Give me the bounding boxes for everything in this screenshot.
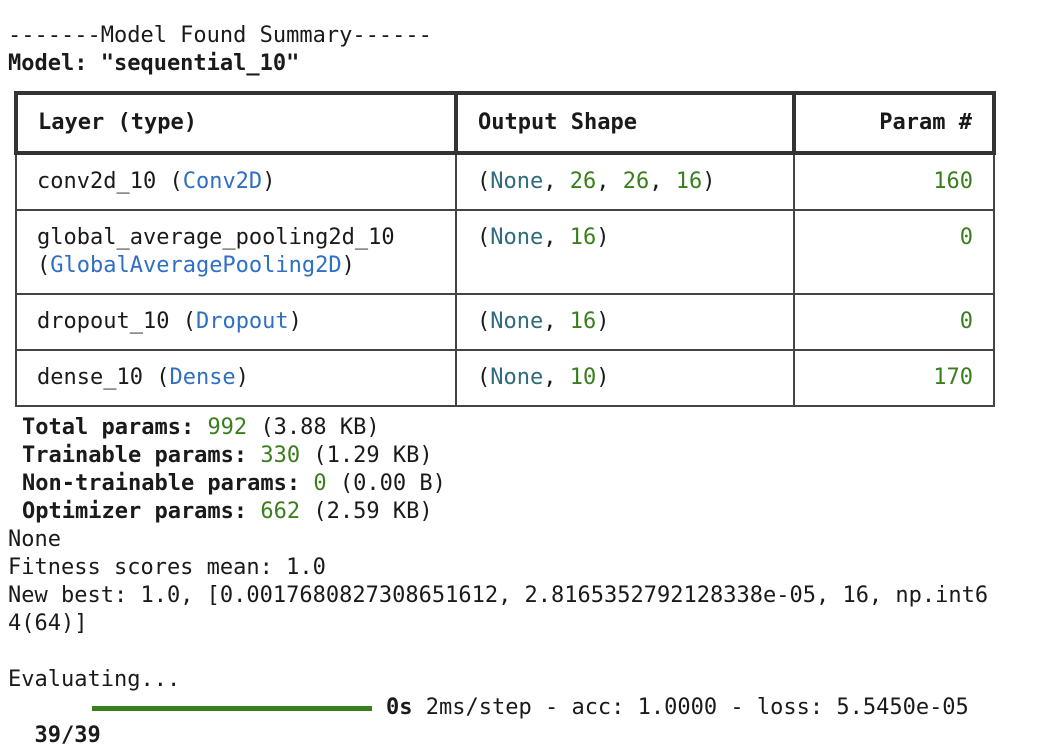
shape-none: None bbox=[490, 225, 544, 250]
shape-value: 16 bbox=[675, 169, 703, 194]
trainable-params-value: 330 bbox=[260, 443, 301, 468]
table-row: global_average_pooling2d_10 (GlobalAvera… bbox=[15, 209, 995, 295]
total-params-value: 992 bbox=[207, 415, 248, 440]
total-params-label: Total params: bbox=[22, 415, 195, 440]
nontrainable-params-size: (0.00 B) bbox=[339, 471, 446, 496]
layer-name: dropout_10 ( bbox=[37, 309, 196, 334]
shape-value: 16 bbox=[569, 309, 597, 334]
layer-close: ) bbox=[235, 365, 249, 390]
output-shape-cell: (None, 26, 26, 16) bbox=[455, 152, 795, 211]
total-params-line: Total params: 992 (3.88 KB) bbox=[22, 414, 380, 442]
layer-class: GlobalAveragePooling2D bbox=[50, 253, 342, 278]
layer-name: dense_10 ( bbox=[37, 365, 170, 390]
header-layer-type: Layer (type) bbox=[14, 91, 458, 155]
evaluating-output: Evaluating... bbox=[8, 667, 181, 692]
optimizer-params-label: Optimizer params: bbox=[22, 499, 248, 524]
optimizer-params-line: Optimizer params: 662 (2.59 KB) bbox=[22, 498, 433, 526]
progress-metrics: 2ms/step - acc: 1.0000 - loss: 5.5450e-0… bbox=[425, 695, 969, 720]
none-output: None bbox=[8, 527, 61, 552]
output-shape-cell: (None, 16) bbox=[455, 209, 795, 295]
layer-class: Dropout bbox=[195, 309, 289, 334]
layer-cell: global_average_pooling2d_10 (GlobalAvera… bbox=[15, 209, 457, 295]
layer-close: ) bbox=[341, 253, 355, 278]
shape-value: 16 bbox=[569, 225, 597, 250]
progress-metrics-line: 0s 2ms/step - acc: 1.0000 - loss: 5.5450… bbox=[386, 694, 969, 722]
fitness-output: Fitness scores mean: 1.0 bbox=[8, 555, 326, 580]
progress-steps: 39/39 bbox=[34, 723, 101, 748]
layer-close: ) bbox=[262, 169, 276, 194]
optimizer-params-value: 662 bbox=[260, 499, 301, 524]
shape-none: None bbox=[490, 169, 544, 194]
param-count-cell: 170 bbox=[793, 349, 995, 407]
layer-name: conv2d_10 ( bbox=[37, 169, 183, 194]
header-param-count: Param # bbox=[792, 91, 996, 155]
table-header-row: Layer (type) Output Shape Param # bbox=[14, 91, 996, 155]
progress-time: 0s bbox=[386, 695, 413, 720]
trainable-params-label: Trainable params: bbox=[22, 443, 248, 468]
new-best-output-cont: 4(64)] bbox=[8, 611, 88, 636]
param-count-cell: 160 bbox=[793, 152, 995, 211]
model-found-heading: -------Model Found Summary------ bbox=[8, 23, 432, 48]
shape-value: 26 bbox=[569, 169, 597, 194]
header-output-shape: Output Shape bbox=[454, 91, 796, 155]
new-best-output: New best: 1.0, [0.0017680827308651612, 2… bbox=[8, 583, 989, 608]
evaluation-progress-line: 39/39 bbox=[8, 694, 101, 748]
layer-open: ( bbox=[37, 253, 51, 278]
layer-cell: dropout_10 (Dropout) bbox=[15, 293, 457, 351]
progress-bar bbox=[92, 706, 372, 711]
nontrainable-params-label: Non-trainable params: bbox=[22, 471, 301, 496]
layer-close: ) bbox=[288, 309, 302, 334]
optimizer-params-size: (2.59 KB) bbox=[313, 499, 433, 524]
table-row: conv2d_10 (Conv2D) (None, 26, 26, 16) 16… bbox=[15, 152, 995, 211]
layer-class: Dense bbox=[169, 365, 236, 390]
table-row: dense_10 (Dense) (None, 10) 170 bbox=[15, 349, 995, 407]
layer-cell: conv2d_10 (Conv2D) bbox=[15, 152, 457, 211]
shape-open: ( bbox=[477, 225, 491, 250]
table-row: dropout_10 (Dropout) (None, 16) 0 bbox=[15, 293, 995, 351]
layer-name: global_average_pooling2d_10 bbox=[37, 225, 395, 250]
total-params-size: (3.88 KB) bbox=[260, 415, 380, 440]
output-shape-cell: (None, 10) bbox=[455, 349, 795, 407]
layer-class: Conv2D bbox=[182, 169, 263, 194]
shape-open: ( bbox=[477, 309, 491, 334]
model-summary-table: Layer (type) Output Shape Param # conv2d… bbox=[14, 91, 996, 407]
progress-bar-fill bbox=[92, 706, 372, 711]
nontrainable-params-value: 0 bbox=[313, 471, 327, 496]
nontrainable-params-line: Non-trainable params: 0 (0.00 B) bbox=[22, 470, 446, 498]
output-shape-cell: (None, 16) bbox=[455, 293, 795, 351]
shape-value: 26 bbox=[622, 169, 650, 194]
model-name-label: Model: "sequential_10" bbox=[8, 51, 300, 76]
shape-value: 10 bbox=[569, 365, 597, 390]
trainable-params-size: (1.29 KB) bbox=[313, 443, 433, 468]
trainable-params-line: Trainable params: 330 (1.29 KB) bbox=[22, 442, 433, 470]
param-count-cell: 0 bbox=[793, 209, 995, 295]
param-count-cell: 0 bbox=[793, 293, 995, 351]
shape-none: None bbox=[490, 309, 544, 334]
shape-open: ( bbox=[477, 169, 491, 194]
layer-cell: dense_10 (Dense) bbox=[15, 349, 457, 407]
shape-none: None bbox=[490, 365, 544, 390]
shape-open: ( bbox=[477, 365, 491, 390]
